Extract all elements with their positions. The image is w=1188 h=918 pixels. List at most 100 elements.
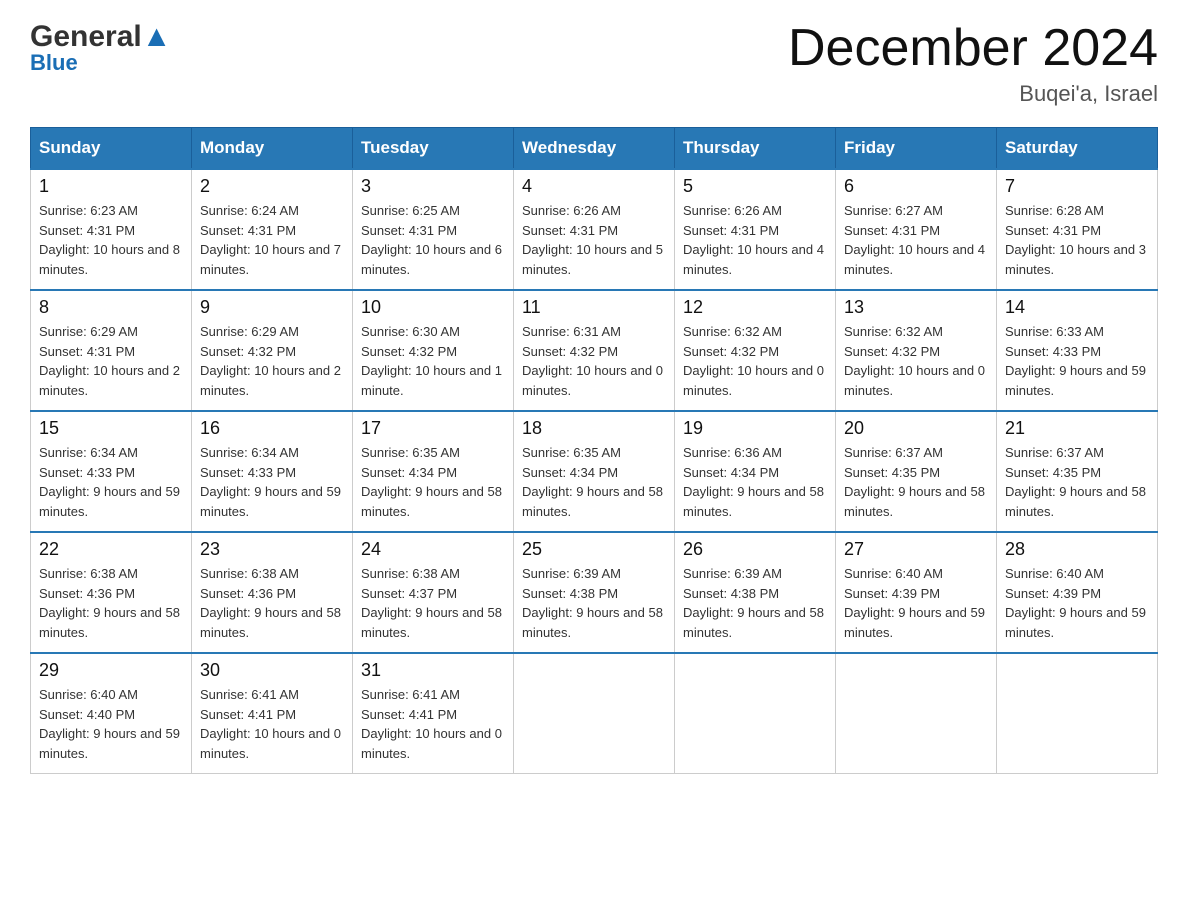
calendar-cell: 13Sunrise: 6:32 AMSunset: 4:32 PMDayligh… (836, 290, 997, 411)
logo-text: General▲ (30, 20, 171, 54)
day-number: 9 (200, 297, 344, 318)
calendar-cell: 23Sunrise: 6:38 AMSunset: 4:36 PMDayligh… (192, 532, 353, 653)
day-number: 16 (200, 418, 344, 439)
calendar-cell: 16 Sunrise: 6:34 AMSunset: 4:33 PMDayligh… (192, 411, 353, 532)
logo-blue-text: Blue (30, 50, 78, 76)
calendar-cell: 29 Sunrise: 6:40 AMSunset: 4:40 PMDayligh… (31, 653, 192, 774)
day-info: Sunrise: 6:32 AMSunset: 4:32 PMDaylight:… (683, 322, 827, 400)
day-info: Sunrise: 6:35 AMSunset: 4:34 PMDaylight:… (361, 443, 505, 521)
title-area: December 2024 Buqei'a, Israel (788, 20, 1158, 107)
day-number: 11 (522, 297, 666, 318)
calendar-cell (514, 653, 675, 774)
calendar-cell: 15 Sunrise: 6:34 AMSunset: 4:33 PMDayligh… (31, 411, 192, 532)
calendar-table: Sunday Monday Tuesday Wednesday Thursday… (30, 127, 1158, 774)
day-info: Sunrise: 6:25 AMSunset: 4:31 PMDaylight:… (361, 201, 505, 279)
day-info: Sunrise: 6:40 AMSunset: 4:40 PMDaylight:… (39, 685, 183, 763)
day-info: Sunrise: 6:39 AMSunset: 4:38 PMDaylight:… (522, 564, 666, 642)
col-wednesday: Wednesday (514, 128, 675, 170)
col-tuesday: Tuesday (353, 128, 514, 170)
day-info: Sunrise: 6:29 AMSunset: 4:31 PMDaylight:… (39, 322, 183, 400)
calendar-cell: 20 Sunrise: 6:37 AMSunset: 4:35 PMDayligh… (836, 411, 997, 532)
page-title: December 2024 (788, 20, 1158, 77)
calendar-cell: 7 Sunrise: 6:28 AMSunset: 4:31 PMDaylight… (997, 169, 1158, 290)
calendar-cell: 9 Sunrise: 6:29 AMSunset: 4:32 PMDaylight… (192, 290, 353, 411)
calendar-cell: 8 Sunrise: 6:29 AMSunset: 4:31 PMDaylight… (31, 290, 192, 411)
calendar-week-2: 8 Sunrise: 6:29 AMSunset: 4:31 PMDaylight… (31, 290, 1158, 411)
calendar-cell: 27Sunrise: 6:40 AMSunset: 4:39 PMDayligh… (836, 532, 997, 653)
day-number: 31 (361, 660, 505, 681)
col-friday: Friday (836, 128, 997, 170)
calendar-cell: 6 Sunrise: 6:27 AMSunset: 4:31 PMDaylight… (836, 169, 997, 290)
day-number: 4 (522, 176, 666, 197)
day-info: Sunrise: 6:35 AMSunset: 4:34 PMDaylight:… (522, 443, 666, 521)
day-number: 10 (361, 297, 505, 318)
day-number: 29 (39, 660, 183, 681)
day-info: Sunrise: 6:26 AMSunset: 4:31 PMDaylight:… (683, 201, 827, 279)
day-number: 17 (361, 418, 505, 439)
day-info: Sunrise: 6:26 AMSunset: 4:31 PMDaylight:… (522, 201, 666, 279)
col-monday: Monday (192, 128, 353, 170)
day-info: Sunrise: 6:39 AMSunset: 4:38 PMDaylight:… (683, 564, 827, 642)
calendar-cell: 28 Sunrise: 6:40 AMSunset: 4:39 PMDayligh… (997, 532, 1158, 653)
day-number: 6 (844, 176, 988, 197)
day-info: Sunrise: 6:30 AMSunset: 4:32 PMDaylight:… (361, 322, 505, 400)
day-info: Sunrise: 6:32 AMSunset: 4:32 PMDaylight:… (844, 322, 988, 400)
day-number: 27 (844, 539, 988, 560)
day-info: Sunrise: 6:38 AMSunset: 4:37 PMDaylight:… (361, 564, 505, 642)
day-info: Sunrise: 6:23 AMSunset: 4:31 PMDaylight:… (39, 201, 183, 279)
col-saturday: Saturday (997, 128, 1158, 170)
calendar-week-5: 29 Sunrise: 6:40 AMSunset: 4:40 PMDayligh… (31, 653, 1158, 774)
calendar-cell: 26Sunrise: 6:39 AMSunset: 4:38 PMDayligh… (675, 532, 836, 653)
calendar-cell: 24Sunrise: 6:38 AMSunset: 4:37 PMDayligh… (353, 532, 514, 653)
day-number: 8 (39, 297, 183, 318)
day-number: 20 (844, 418, 988, 439)
calendar-cell: 21 Sunrise: 6:37 AMSunset: 4:35 PMDayligh… (997, 411, 1158, 532)
day-info: Sunrise: 6:24 AMSunset: 4:31 PMDaylight:… (200, 201, 344, 279)
day-info: Sunrise: 6:27 AMSunset: 4:31 PMDaylight:… (844, 201, 988, 279)
day-info: Sunrise: 6:41 AMSunset: 4:41 PMDaylight:… (200, 685, 344, 763)
calendar-cell: 2 Sunrise: 6:24 AMSunset: 4:31 PMDaylight… (192, 169, 353, 290)
calendar-cell: 17 Sunrise: 6:35 AMSunset: 4:34 PMDayligh… (353, 411, 514, 532)
day-number: 12 (683, 297, 827, 318)
day-info: Sunrise: 6:29 AMSunset: 4:32 PMDaylight:… (200, 322, 344, 400)
day-info: Sunrise: 6:34 AMSunset: 4:33 PMDaylight:… (200, 443, 344, 521)
day-number: 21 (1005, 418, 1149, 439)
day-info: Sunrise: 6:31 AMSunset: 4:32 PMDaylight:… (522, 322, 666, 400)
calendar-cell: 3Sunrise: 6:25 AMSunset: 4:31 PMDaylight… (353, 169, 514, 290)
calendar-cell: 11 Sunrise: 6:31 AMSunset: 4:32 PMDayligh… (514, 290, 675, 411)
calendar-cell: 10 Sunrise: 6:30 AMSunset: 4:32 PMDayligh… (353, 290, 514, 411)
day-info: Sunrise: 6:33 AMSunset: 4:33 PMDaylight:… (1005, 322, 1149, 400)
day-info: Sunrise: 6:28 AMSunset: 4:31 PMDaylight:… (1005, 201, 1149, 279)
day-number: 19 (683, 418, 827, 439)
calendar-cell: 5 Sunrise: 6:26 AMSunset: 4:31 PMDaylight… (675, 169, 836, 290)
day-info: Sunrise: 6:37 AMSunset: 4:35 PMDaylight:… (1005, 443, 1149, 521)
calendar-cell: 14Sunrise: 6:33 AMSunset: 4:33 PMDayligh… (997, 290, 1158, 411)
location-subtitle: Buqei'a, Israel (788, 81, 1158, 107)
day-number: 7 (1005, 176, 1149, 197)
calendar-week-1: 1 Sunrise: 6:23 AMSunset: 4:31 PMDaylight… (31, 169, 1158, 290)
day-number: 5 (683, 176, 827, 197)
page-header: General▲ Blue December 2024 Buqei'a, Isr… (30, 20, 1158, 107)
day-number: 2 (200, 176, 344, 197)
day-number: 28 (1005, 539, 1149, 560)
day-info: Sunrise: 6:40 AMSunset: 4:39 PMDaylight:… (1005, 564, 1149, 642)
day-number: 22 (39, 539, 183, 560)
calendar-cell: 18 Sunrise: 6:35 AMSunset: 4:34 PMDayligh… (514, 411, 675, 532)
calendar-cell: 19 Sunrise: 6:36 AMSunset: 4:34 PMDayligh… (675, 411, 836, 532)
calendar-cell: 22Sunrise: 6:38 AMSunset: 4:36 PMDayligh… (31, 532, 192, 653)
day-info: Sunrise: 6:41 AMSunset: 4:41 PMDaylight:… (361, 685, 505, 763)
day-info: Sunrise: 6:36 AMSunset: 4:34 PMDaylight:… (683, 443, 827, 521)
calendar-cell: 12 Sunrise: 6:32 AMSunset: 4:32 PMDayligh… (675, 290, 836, 411)
calendar-cell: 30 Sunrise: 6:41 AMSunset: 4:41 PMDayligh… (192, 653, 353, 774)
col-thursday: Thursday (675, 128, 836, 170)
day-number: 30 (200, 660, 344, 681)
day-number: 23 (200, 539, 344, 560)
col-sunday: Sunday (31, 128, 192, 170)
day-number: 15 (39, 418, 183, 439)
day-info: Sunrise: 6:34 AMSunset: 4:33 PMDaylight:… (39, 443, 183, 521)
day-number: 1 (39, 176, 183, 197)
calendar-week-3: 15 Sunrise: 6:34 AMSunset: 4:33 PMDayligh… (31, 411, 1158, 532)
calendar-cell: 25Sunrise: 6:39 AMSunset: 4:38 PMDayligh… (514, 532, 675, 653)
day-number: 18 (522, 418, 666, 439)
day-info: Sunrise: 6:37 AMSunset: 4:35 PMDaylight:… (844, 443, 988, 521)
